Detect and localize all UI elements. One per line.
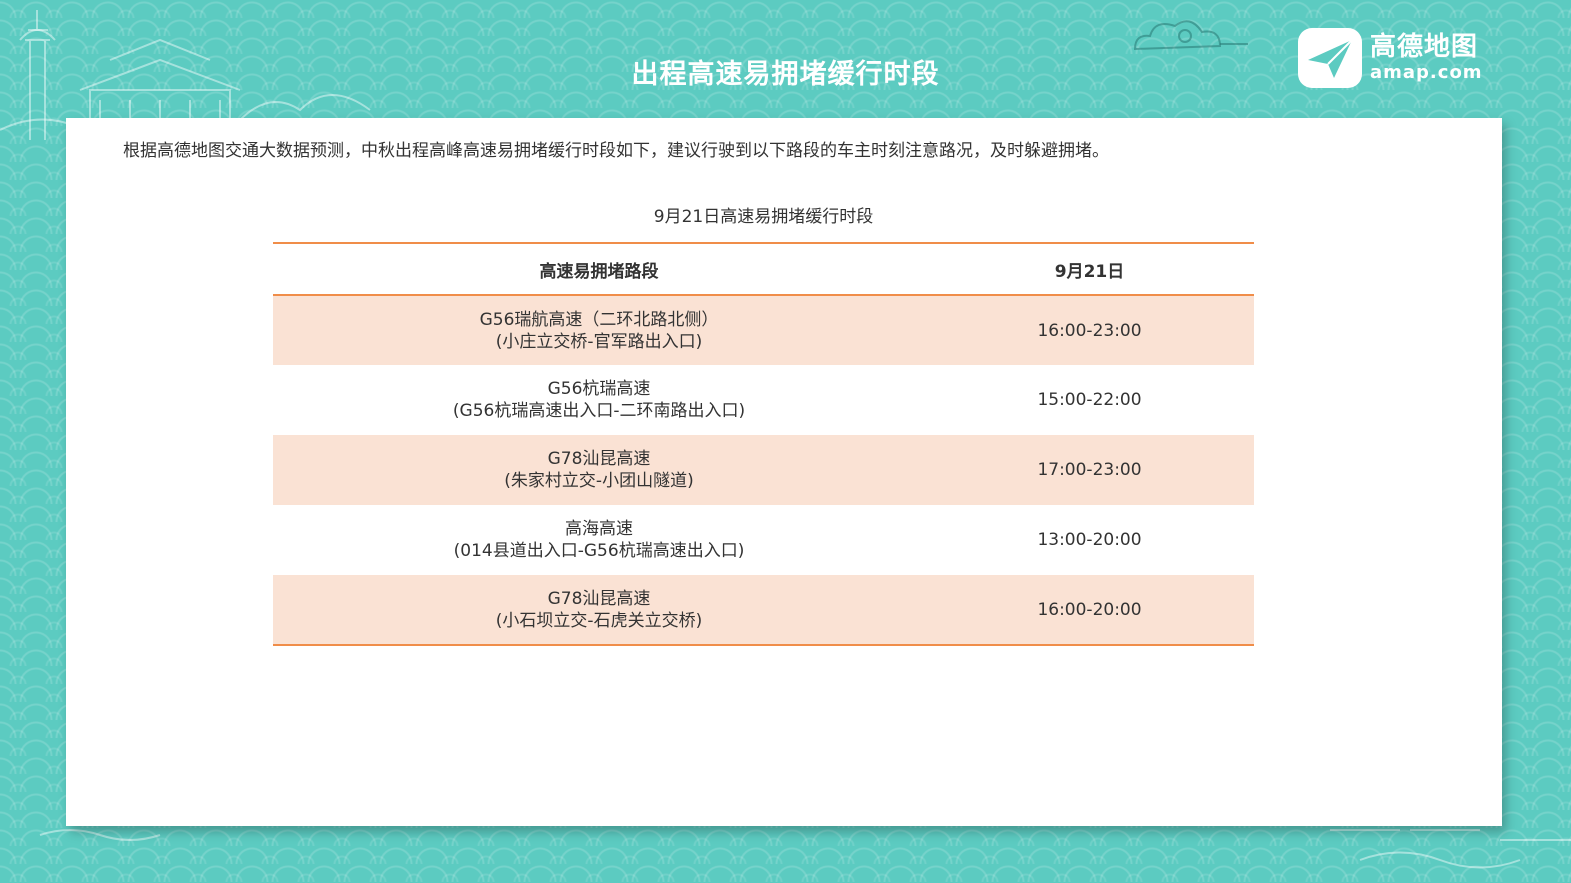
time-cell: 16:00-23:00 xyxy=(1037,320,1142,341)
congestion-table: 高速易拥堵路段 9月21日 G56瑞航高速（二环北路北侧） (小庄立交桥-官军路… xyxy=(273,242,1254,646)
column-header-road: 高速易拥堵路段 xyxy=(539,261,659,282)
table-header-row: 高速易拥堵路段 9月21日 xyxy=(273,243,1254,295)
column-header-date: 9月21日 xyxy=(1054,261,1125,282)
table-row: 高海高速 (014县道出入口-G56杭瑞高速出入口) 13:00-20:00 xyxy=(273,505,1254,575)
road-cell: G56杭瑞高速 (G56杭瑞高速出入口-二环南路出入口) xyxy=(273,365,925,435)
table-row: G56瑞航高速（二环北路北侧） (小庄立交桥-官军路出入口) 16:00-23:… xyxy=(273,295,1254,365)
road-name: G56杭瑞高速 xyxy=(547,379,651,399)
paper-plane-icon xyxy=(1298,28,1362,88)
road-name: G78汕昆高速 xyxy=(547,588,651,609)
road-cell: G78汕昆高速 (朱家村立交-小团山隧道) xyxy=(273,435,925,505)
road-cell: 高海高速 (014县道出入口-G56杭瑞高速出入口) xyxy=(273,505,925,575)
table-row: G78汕昆高速 (小石坝立交-石虎关立交桥) 16:00-20:00 xyxy=(273,575,1254,645)
time-cell: 15:00-22:00 xyxy=(1037,390,1142,410)
road-name: G56瑞航高速（二环北路北侧） xyxy=(479,309,719,330)
content-panel: 根据高德地图交通大数据预测，中秋出程高峰高速易拥堵缓行时段如下，建议行驶到以下路… xyxy=(66,118,1502,826)
road-cell: G56瑞航高速（二环北路北侧） (小庄立交桥-官军路出入口) xyxy=(273,295,925,365)
road-name: 高海高速 xyxy=(565,519,633,539)
logo-text-cn: 高德地图 xyxy=(1370,32,1479,62)
road-range: (小石坝立交-石虎关立交桥) xyxy=(495,610,703,631)
time-cell: 17:00-23:00 xyxy=(1037,460,1142,480)
amap-logo: 高德地图 amap.com xyxy=(1298,28,1483,88)
intro-text: 根据高德地图交通大数据预测，中秋出程高峰高速易拥堵缓行时段如下，建议行驶到以下路… xyxy=(123,141,1109,161)
road-cell: G78汕昆高速 (小石坝立交-石虎关立交桥) xyxy=(273,575,925,645)
road-range: (G56杭瑞高速出入口-二环南路出入口) xyxy=(452,401,746,421)
wave-decoration xyxy=(39,829,1571,869)
table-row: G78汕昆高速 (朱家村立交-小团山隧道) 17:00-23:00 xyxy=(273,435,1254,505)
road-range: (朱家村立交-小团山隧道) xyxy=(504,471,694,491)
time-cell: 13:00-20:00 xyxy=(1037,530,1142,550)
road-range: (014县道出入口-G56杭瑞高速出入口) xyxy=(453,541,745,561)
road-range: (小庄立交桥-官军路出入口) xyxy=(495,331,703,352)
table-row: G56杭瑞高速 (G56杭瑞高速出入口-二环南路出入口) 15:00-22:00 xyxy=(273,365,1254,435)
road-name: G78汕昆高速 xyxy=(547,449,651,469)
logo-text-en: amap.com xyxy=(1370,62,1483,83)
time-cell: 16:00-20:00 xyxy=(1037,599,1142,620)
table-caption: 9月21日高速易拥堵缓行时段 xyxy=(653,207,874,227)
